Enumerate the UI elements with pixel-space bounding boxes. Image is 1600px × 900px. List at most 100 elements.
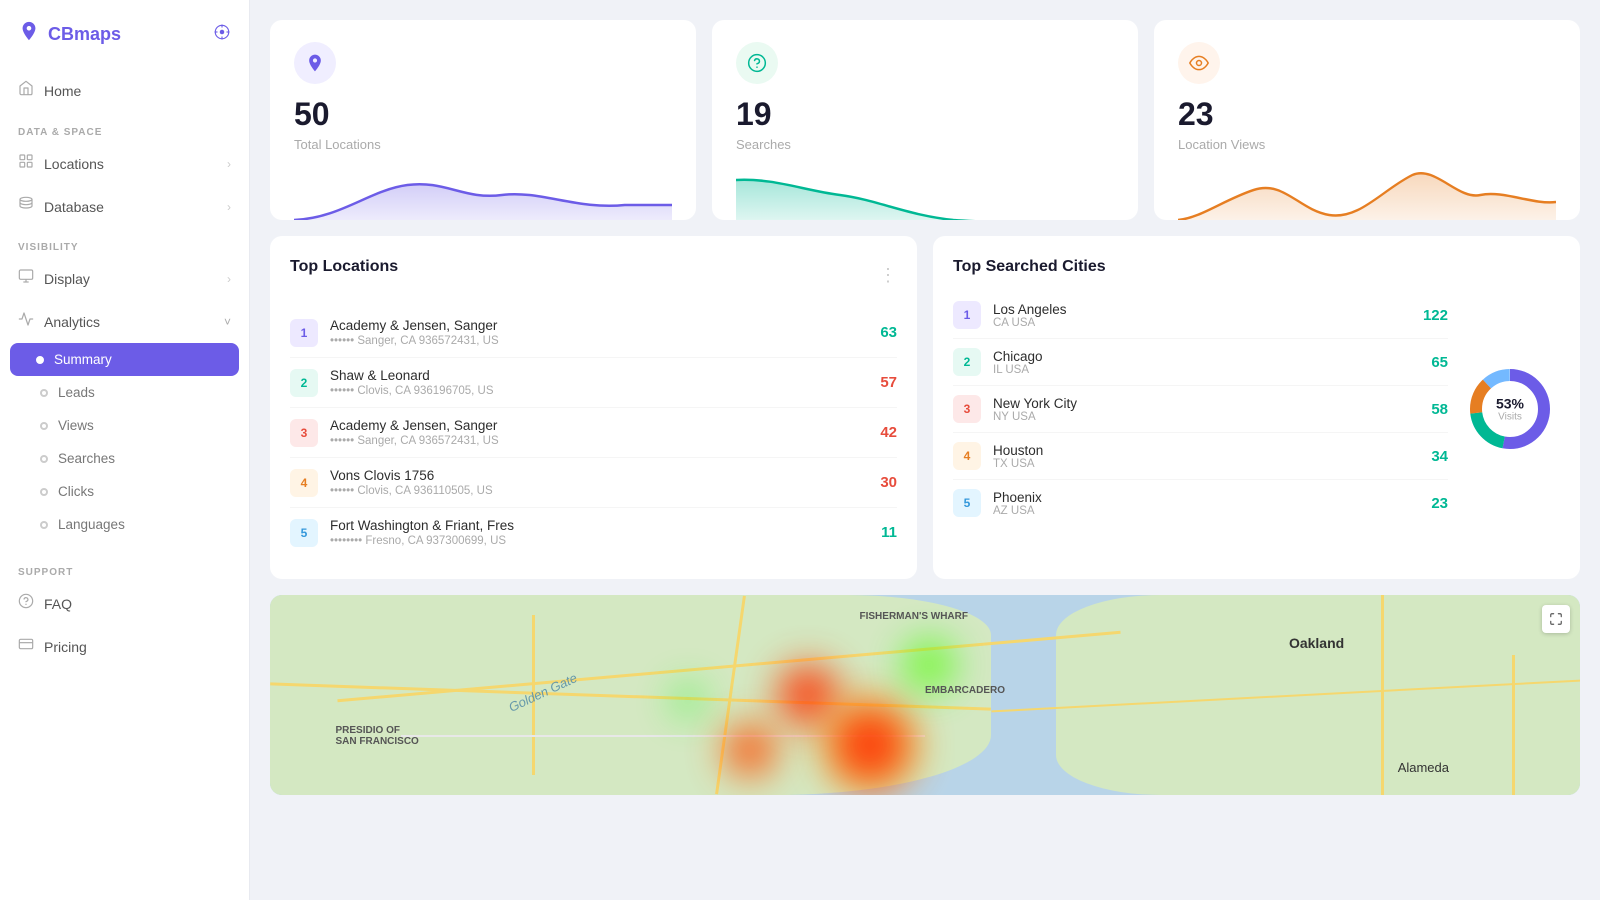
display-label: Display (44, 271, 90, 287)
location-row: 2 Shaw & Leonard •••••• Clovis, CA 93619… (290, 358, 897, 408)
views-label: Views (58, 418, 94, 433)
chevron-right-icon: › (227, 272, 231, 286)
dot-icon (40, 389, 48, 397)
city-region-2: IL USA (993, 364, 1419, 376)
home-label: Home (44, 83, 81, 99)
top-locations-menu[interactable]: ⋮ (879, 265, 897, 286)
stat-icon-views (1178, 42, 1220, 84)
location-row: 4 Vons Clovis 1756 •••••• Clovis, CA 936… (290, 458, 897, 508)
stat-label-searches: Searches (736, 137, 1114, 152)
stat-card-searches: 19 Searches (712, 20, 1138, 220)
location-count-4: 30 (880, 474, 897, 491)
stat-card-views: 23 Location Views (1154, 20, 1580, 220)
city-rank-2: 2 (953, 348, 981, 376)
dot-icon (40, 422, 48, 430)
location-addr-2: •••••• Clovis, CA 936196705, US (330, 385, 868, 397)
rank-badge-5: 5 (290, 519, 318, 547)
database-label: Database (44, 199, 104, 215)
cities-list: 1 Los Angeles CA USA 122 2 Chicago IL US… (953, 292, 1448, 526)
city-count-5: 23 (1431, 495, 1448, 512)
stat-label-views: Location Views (1178, 137, 1556, 152)
sidebar-item-locations[interactable]: Locations › (0, 142, 249, 185)
location-row: 1 Academy & Jensen, Sanger •••••• Sanger… (290, 308, 897, 358)
city-row-1: 1 Los Angeles CA USA 122 (953, 292, 1448, 339)
location-info-4: Vons Clovis 1756 •••••• Clovis, CA 93611… (330, 468, 868, 497)
location-row: 3 Academy & Jensen, Sanger •••••• Sanger… (290, 408, 897, 458)
city-name-1: Los Angeles (993, 302, 1411, 317)
rank-badge-2: 2 (290, 369, 318, 397)
sidebar-item-pricing[interactable]: Pricing (0, 625, 249, 668)
location-count-1: 63 (880, 324, 897, 341)
city-region-5: AZ USA (993, 505, 1419, 517)
location-addr-5: •••••••• Fresno, CA 937300699, US (330, 535, 869, 547)
faq-label: FAQ (44, 596, 72, 612)
city-rank-5: 5 (953, 489, 981, 517)
location-info-3: Academy & Jensen, Sanger •••••• Sanger, … (330, 418, 868, 447)
sidebar-item-clicks[interactable]: Clicks (0, 475, 249, 508)
sidebar-item-display[interactable]: Display › (0, 257, 249, 300)
map-label-presidio: PRESIDIO OFSAN FRANCISCO (336, 725, 419, 747)
sidebar-item-languages[interactable]: Languages (0, 508, 249, 541)
dot-icon (40, 521, 48, 529)
city-region-4: TX USA (993, 458, 1419, 470)
sidebar-item-home[interactable]: Home (0, 68, 249, 113)
city-row-2: 2 Chicago IL USA 65 (953, 339, 1448, 386)
location-name-4: Vons Clovis 1756 (330, 468, 868, 483)
dot-icon (36, 356, 44, 364)
top-cities-title: Top Searched Cities (953, 258, 1560, 276)
location-addr-3: •••••• Sanger, CA 936572431, US (330, 435, 868, 447)
stat-card-locations: 50 Total Locations (270, 20, 696, 220)
stat-icon-locations (294, 42, 336, 84)
location-addr-1: •••••• Sanger, CA 936572431, US (330, 335, 868, 347)
donut-sub: Visits (1496, 412, 1524, 423)
stat-chart-searches (736, 160, 1114, 220)
sidebar-item-leads[interactable]: Leads (0, 376, 249, 409)
map-label-embarcadero: EMBARCADERO (925, 685, 1005, 696)
location-count-2: 57 (880, 374, 897, 391)
city-rank-1: 1 (953, 301, 981, 329)
city-count-4: 34 (1431, 448, 1448, 465)
sidebar: CBmaps Home DATA & SPACE Locations › (0, 0, 250, 900)
city-count-1: 122 (1423, 307, 1448, 324)
top-locations-panel: Top Locations ⋮ 1 Academy & Jensen, Sang… (270, 236, 917, 579)
display-icon (18, 268, 34, 289)
sidebar-item-analytics[interactable]: Analytics ˅ (0, 300, 249, 343)
city-info-2: Chicago IL USA (993, 349, 1419, 376)
map-label-oakland: Oakland (1289, 635, 1344, 651)
location-count-5: 11 (881, 524, 897, 541)
home-icon (18, 80, 34, 101)
top-cities-panel: Top Searched Cities 1 Los Angeles CA USA… (933, 236, 1580, 579)
summary-label: Summary (54, 352, 112, 367)
sidebar-item-searches[interactable]: Searches (0, 442, 249, 475)
location-info-1: Academy & Jensen, Sanger •••••• Sanger, … (330, 318, 868, 347)
city-row-5: 5 Phoenix AZ USA 23 (953, 480, 1448, 526)
analytics-label: Analytics (44, 314, 100, 330)
city-name-4: Houston (993, 443, 1419, 458)
app-name: CBmaps (48, 24, 121, 45)
stat-chart-views (1178, 160, 1556, 220)
map-expand-button[interactable] (1542, 605, 1570, 633)
pricing-label: Pricing (44, 639, 87, 655)
location-name-1: Academy & Jensen, Sanger (330, 318, 868, 333)
rank-badge-4: 4 (290, 469, 318, 497)
sidebar-item-views[interactable]: Views (0, 409, 249, 442)
chevron-right-icon: › (227, 200, 231, 214)
city-info-4: Houston TX USA (993, 443, 1419, 470)
database-icon (18, 196, 34, 217)
stat-icon-searches (736, 42, 778, 84)
stats-row: 50 Total Locations (270, 20, 1580, 220)
locations-icon (18, 153, 34, 174)
top-locations-header: Top Locations ⋮ (290, 258, 897, 292)
stat-number-views: 23 (1178, 96, 1556, 133)
location-name-5: Fort Washington & Friant, Fres (330, 518, 869, 533)
chevron-down-icon: ˅ (224, 315, 231, 329)
logo[interactable]: CBmaps (0, 0, 249, 68)
donut-wrapper: 53% Visits (1465, 364, 1555, 454)
location-name-3: Academy & Jensen, Sanger (330, 418, 868, 433)
location-name-2: Shaw & Leonard (330, 368, 868, 383)
sidebar-item-summary[interactable]: Summary (10, 343, 239, 376)
city-name-2: Chicago (993, 349, 1419, 364)
sidebar-item-database[interactable]: Database › (0, 185, 249, 228)
sidebar-item-faq[interactable]: FAQ (0, 582, 249, 625)
location-addr-4: •••••• Clovis, CA 936110505, US (330, 485, 868, 497)
